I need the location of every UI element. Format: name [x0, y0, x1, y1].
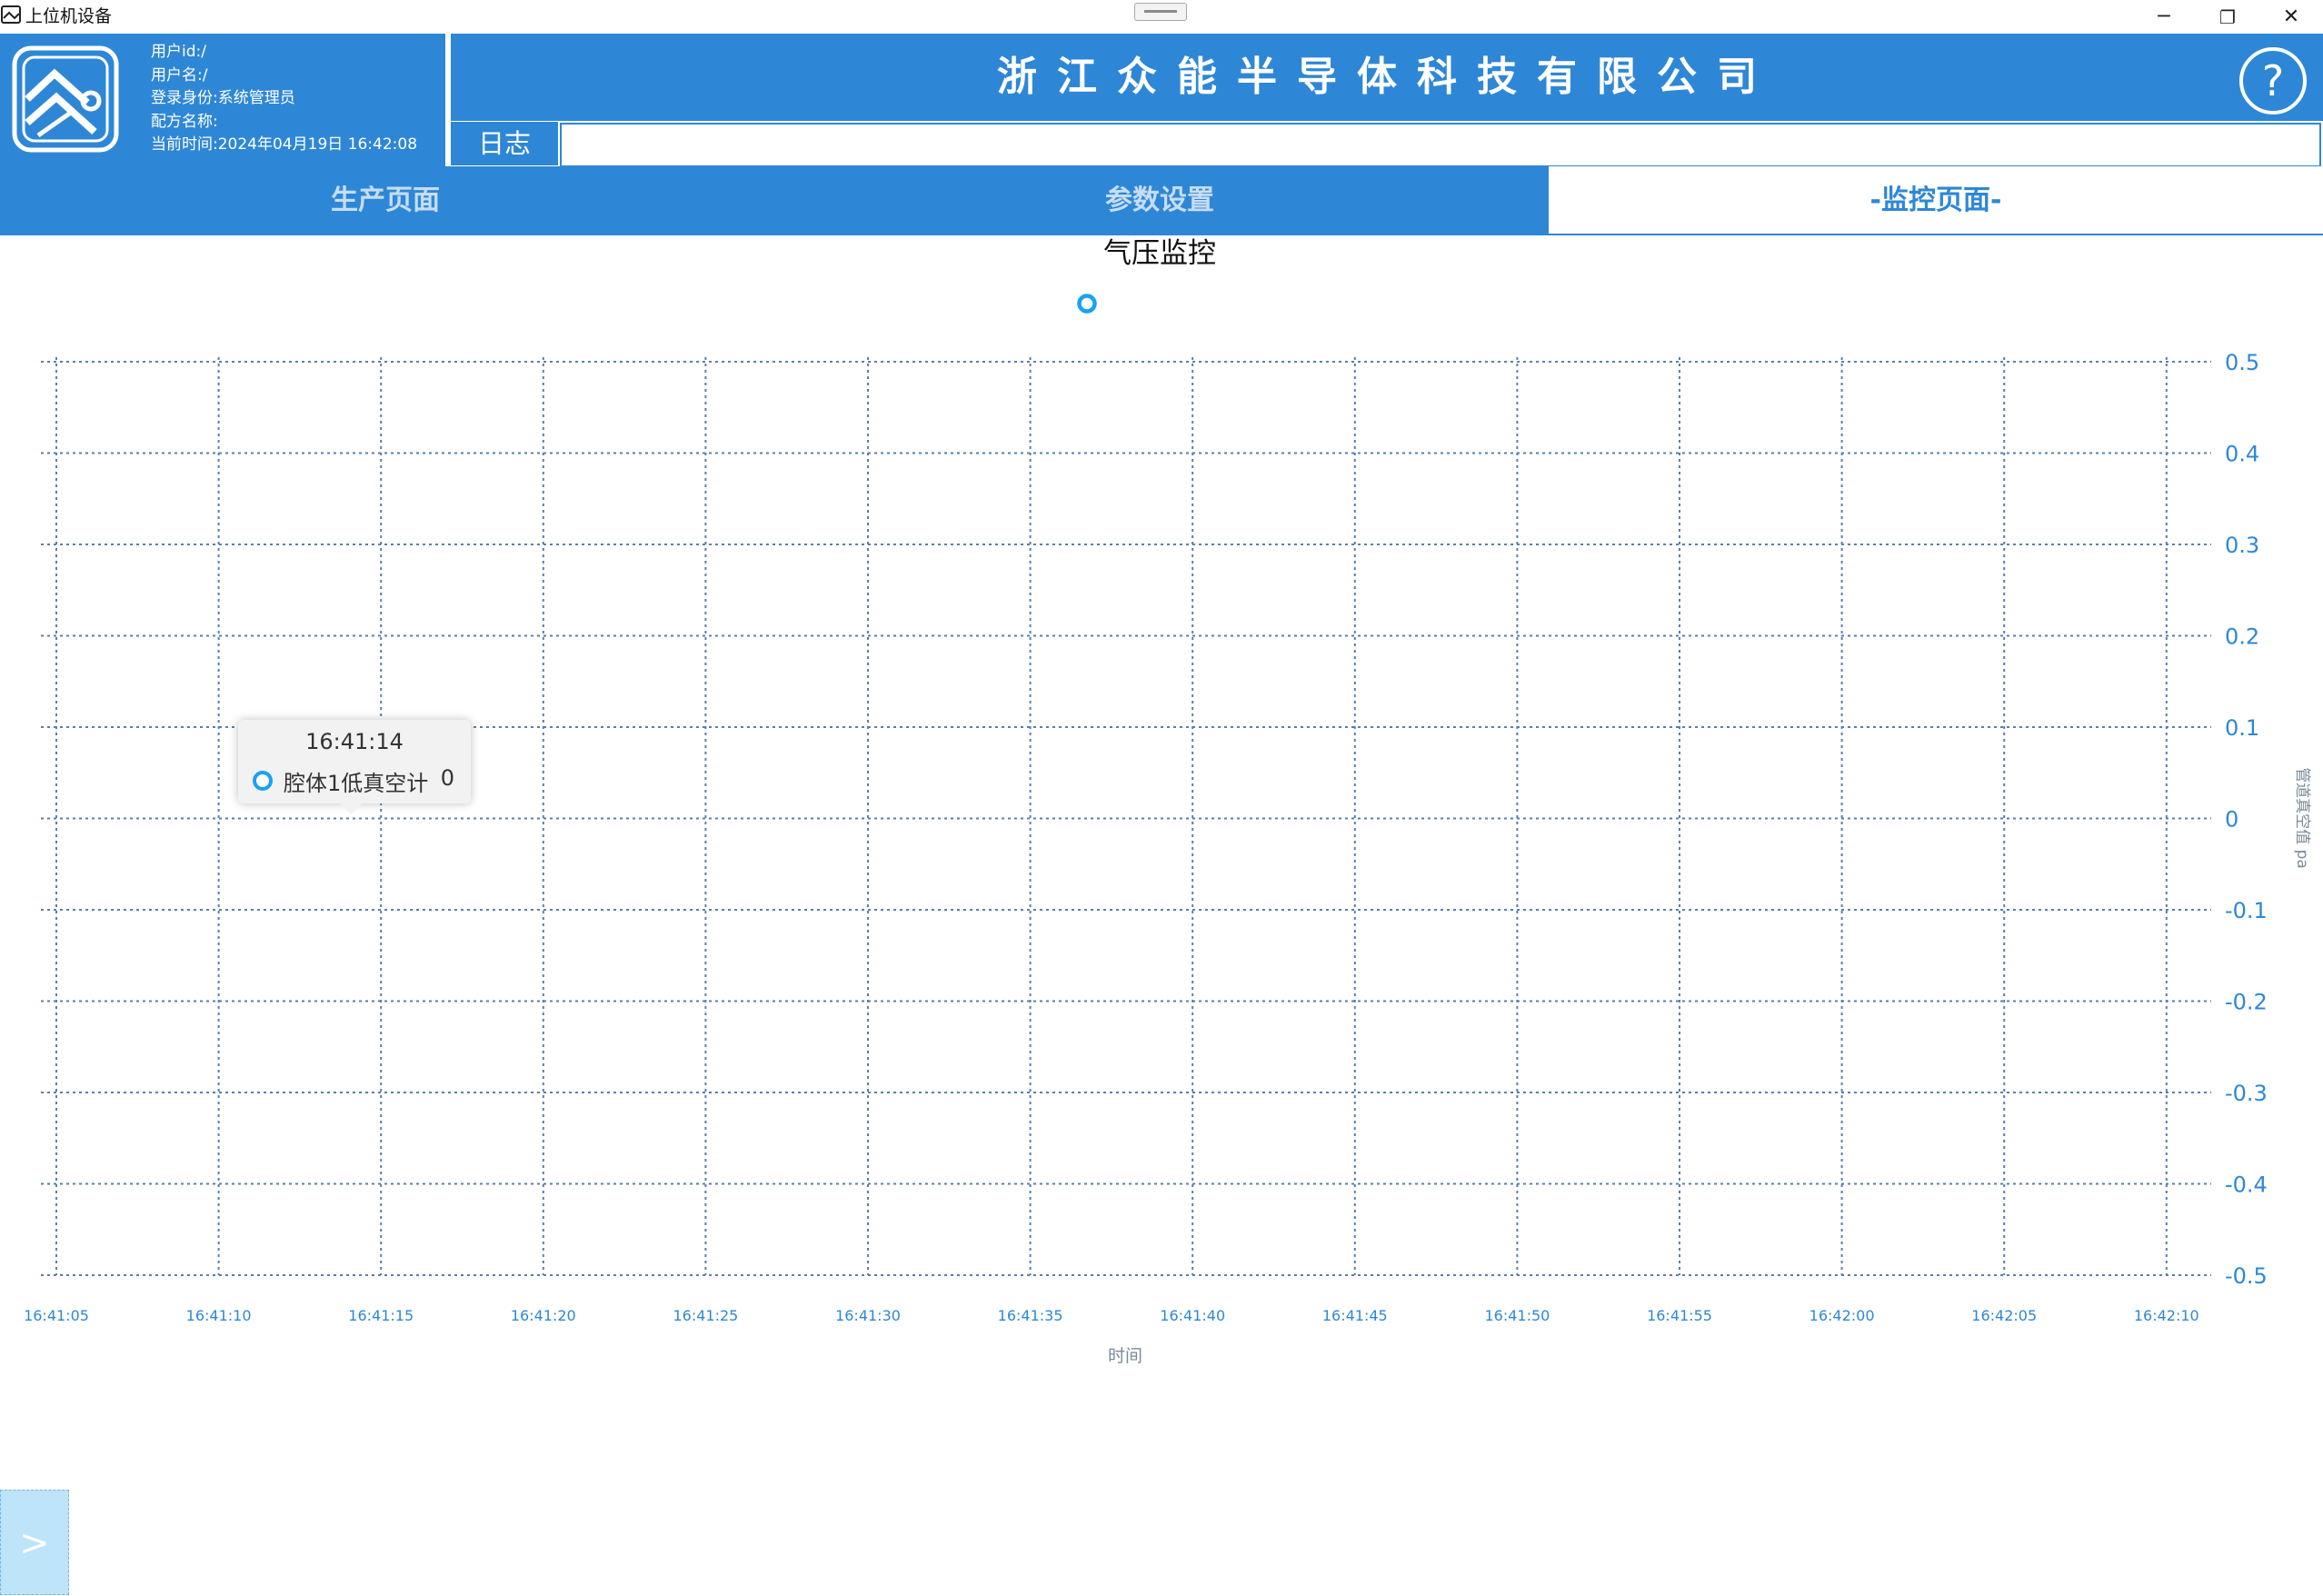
y-tick-label: 0.1 [2225, 715, 2259, 741]
tab-monitor[interactable]: -监控页面- [1549, 166, 2323, 234]
x-tick-label: 16:41:10 [186, 1307, 252, 1324]
tooltip-value: 0 [440, 765, 454, 791]
x-tick-label: 16:41:45 [1322, 1307, 1388, 1324]
current-time: 当前时间:2024年04月19日 16:42:08 [151, 135, 418, 154]
x-tick-label: 16:41:05 [24, 1307, 89, 1324]
expand-panel-button[interactable]: > [0, 1490, 69, 1595]
y-tick-label: 0 [2225, 807, 2238, 833]
x-tick-label: 16:41:15 [348, 1307, 414, 1324]
y-tick-label: 0.5 [2225, 350, 2259, 375]
window-titlebar: 上位机设备 ─ ❐ ✕ [0, 0, 2323, 34]
tooltip-series-marker-icon [253, 771, 273, 791]
x-tick-label: 16:42:05 [1971, 1307, 2037, 1324]
chart-title: 气压监控 [1103, 237, 1216, 270]
y-tick-label: 0.3 [2225, 533, 2259, 558]
x-tick-label: 16:41:20 [511, 1307, 576, 1324]
recipe-name: 配方名称: [151, 112, 218, 131]
pressure-chart: 气压监控 0.5 0.4 0.3 0.2 0.1 0 -0.1 -0.2 -0.3 -0.4 -0.5… [0, 235, 2323, 1595]
x-tick-label: 16:41:30 [835, 1307, 901, 1324]
company-logo-icon [12, 45, 119, 153]
x-tick-label: 16:42:10 [2134, 1307, 2199, 1324]
tab-production[interactable]: 生产页面 [0, 166, 771, 235]
minimize-button[interactable]: ─ [2132, 0, 2196, 34]
app-icon [1, 5, 21, 24]
tab-bar: 生产页面 参数设置 -监控页面- [0, 166, 2323, 235]
x-tick-label: 16:41:40 [1160, 1307, 1225, 1324]
restore-button[interactable]: ❐ [2196, 0, 2259, 34]
y-tick-label: -0.4 [2225, 1172, 2268, 1198]
chart-tooltip: 16:41:14 腔体1低真空计 0 [238, 720, 471, 814]
y-tick-label: 0.4 [2225, 442, 2259, 467]
user-id: 用户id:/ [151, 43, 206, 61]
user-name: 用户名:/ [151, 65, 208, 85]
log-field[interactable] [560, 123, 2321, 167]
x-tick-label: 16:41:35 [998, 1307, 1063, 1324]
legend-series-marker [1077, 294, 1097, 314]
user-panel: 用户id:/ 用户名:/ 登录身份:系统管理员 配方名称: 当前时间:2024年… [0, 34, 445, 166]
x-tick-label: 16:41:25 [673, 1307, 738, 1324]
x-axis-label: 时间 [1108, 1346, 1142, 1366]
user-info: 用户id:/ 用户名:/ 登录身份:系统管理员 配方名称: 当前时间:2024年… [151, 41, 417, 157]
login-role: 登录身份:系统管理员 [151, 89, 295, 107]
y-tick-label: -0.1 [2225, 898, 2268, 923]
x-tick-label: 16:41:50 [1484, 1307, 1550, 1324]
log-label: 日志 [451, 122, 558, 165]
window-title: 上位机设备 [25, 6, 113, 26]
x-tick-label: 16:42:00 [1810, 1307, 1875, 1324]
help-button[interactable]: ? [2239, 47, 2307, 115]
y-tick-label: 0.2 [2225, 624, 2259, 650]
company-banner: 浙江众能半导体科技有限公司 ? [451, 34, 2323, 121]
y-tick-label: -0.3 [2225, 1081, 2268, 1106]
y-tick-label: -0.2 [2225, 990, 2268, 1015]
y-axis-label: 管道真空值 pa [2293, 767, 2311, 869]
app-header: 用户id:/ 用户名:/ 登录身份:系统管理员 配方名称: 当前时间:2024年… [0, 34, 2323, 167]
tab-parameters[interactable]: 参数设置 [774, 166, 1545, 235]
drag-handle-icon[interactable] [1134, 3, 1187, 21]
tooltip-series-name: 腔体1低真空计 [284, 771, 429, 796]
close-button[interactable]: ✕ [2259, 0, 2323, 34]
tooltip-time: 16:41:14 [305, 729, 404, 754]
company-name: 浙江众能半导体科技有限公司 [997, 54, 1777, 100]
x-tick-label: 16:41:55 [1647, 1307, 1712, 1324]
y-tick-label: -0.5 [2225, 1263, 2268, 1289]
